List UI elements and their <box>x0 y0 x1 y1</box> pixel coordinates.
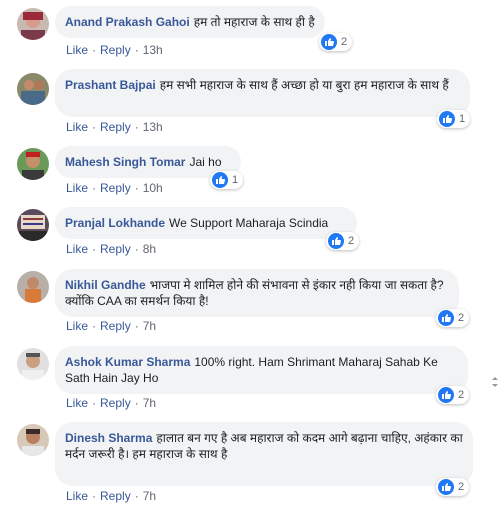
reply-link[interactable]: Reply <box>100 242 131 256</box>
separator: · <box>92 181 97 195</box>
separator: · <box>134 120 139 134</box>
like-reaction-icon <box>328 233 344 249</box>
comment-text: हम तो महाराज के साथ ही है <box>193 15 315 29</box>
reaction-count[interactable]: 2 <box>326 232 360 250</box>
comment-bubble: Dinesh Sharma हालात बन गए है अब महाराज को… <box>55 422 473 486</box>
separator: · <box>134 396 139 410</box>
separator: · <box>134 489 139 503</box>
like-link[interactable]: Like <box>66 319 88 333</box>
reaction-count[interactable]: 1 <box>437 110 471 128</box>
like-link[interactable]: Like <box>66 181 88 195</box>
separator: · <box>134 319 139 333</box>
comment-author[interactable]: Nikhil Gandhe <box>65 278 146 292</box>
like-link[interactable]: Like <box>66 242 88 256</box>
separator: · <box>134 43 139 57</box>
reaction-number: 1 <box>232 174 239 186</box>
avatar[interactable] <box>17 148 49 180</box>
like-reaction-icon <box>438 479 454 495</box>
reaction-number: 2 <box>458 389 465 401</box>
reaction-count[interactable]: 1 <box>210 171 244 189</box>
comment-actions: Like · Reply · 7h <box>66 489 156 503</box>
reply-link[interactable]: Reply <box>100 396 131 410</box>
comment-time[interactable]: 7h <box>143 489 156 503</box>
comment-actions: Like · Reply · 13h <box>66 43 163 57</box>
separator: · <box>92 489 97 503</box>
comment-bubble: Nikhil Gandhe भाजपा मे शामिल होने की संभा… <box>55 269 459 317</box>
like-reaction-icon <box>212 172 228 188</box>
comment-time[interactable]: 13h <box>143 120 163 134</box>
comment-time[interactable]: 13h <box>143 43 163 57</box>
reaction-count[interactable]: 2 <box>436 386 470 404</box>
comment-time[interactable]: 7h <box>143 319 156 333</box>
like-link[interactable]: Like <box>66 396 88 410</box>
reply-link[interactable]: Reply <box>100 181 131 195</box>
comment-author[interactable]: Pranjal Lokhande <box>65 216 165 230</box>
reaction-number: 2 <box>458 481 465 493</box>
like-link[interactable]: Like <box>66 120 88 134</box>
comment-text: Jai ho <box>189 155 222 169</box>
separator: · <box>134 242 139 256</box>
reaction-number: 2 <box>458 312 465 324</box>
like-reaction-icon <box>321 34 337 50</box>
reaction-number: 2 <box>348 235 355 247</box>
comment-time[interactable]: 10h <box>143 181 163 195</box>
like-link[interactable]: Like <box>66 43 88 57</box>
separator: · <box>92 43 97 57</box>
comment-author[interactable]: Dinesh Sharma <box>65 431 152 445</box>
separator: · <box>92 242 97 256</box>
comment-text: We Support Maharaja Scindia <box>169 216 329 230</box>
avatar[interactable] <box>17 8 49 40</box>
avatar[interactable] <box>17 73 49 105</box>
separator: · <box>92 396 97 410</box>
comment-author[interactable]: Anand Prakash Gahoi <box>65 15 190 29</box>
comment-bubble: Ashok Kumar Sharma 100% right. Ham Shrima… <box>55 346 468 394</box>
reaction-count[interactable]: 2 <box>319 33 353 51</box>
like-link[interactable]: Like <box>66 489 88 503</box>
comment-actions: Like · Reply · 10h <box>66 181 163 195</box>
avatar[interactable] <box>17 209 49 241</box>
reaction-count[interactable]: 2 <box>436 478 470 496</box>
like-reaction-icon <box>438 387 454 403</box>
comment-text: हम सभी महाराज के साथ हैं अच्छा हो या बुर… <box>159 78 449 92</box>
reply-link[interactable]: Reply <box>100 43 131 57</box>
reply-link[interactable]: Reply <box>100 319 131 333</box>
separator: · <box>92 120 97 134</box>
comment-bubble: Anand Prakash Gahoi हम तो महाराज के साथ ह… <box>55 6 325 38</box>
separator: · <box>134 181 139 195</box>
comment-author[interactable]: Ashok Kumar Sharma <box>65 355 190 369</box>
separator: · <box>92 319 97 333</box>
like-reaction-icon <box>439 111 455 127</box>
comment-time[interactable]: 7h <box>143 396 156 410</box>
avatar[interactable] <box>17 348 49 380</box>
comment-actions: Like · Reply · 7h <box>66 319 156 333</box>
reply-link[interactable]: Reply <box>100 120 131 134</box>
comment-actions: Like · Reply · 7h <box>66 396 156 410</box>
scroll-arrow-icon[interactable] <box>492 376 498 387</box>
like-reaction-icon <box>438 310 454 326</box>
avatar[interactable] <box>17 424 49 456</box>
reaction-count[interactable]: 2 <box>436 309 470 327</box>
comment-author[interactable]: Mahesh Singh Tomar <box>65 155 185 169</box>
reply-link[interactable]: Reply <box>100 489 131 503</box>
comment-bubble: Prashant Bajpai हम सभी महाराज के साथ हैं … <box>55 69 470 117</box>
reaction-number: 1 <box>459 113 466 125</box>
comment-actions: Like · Reply · 8h <box>66 242 156 256</box>
avatar[interactable] <box>17 271 49 303</box>
comment-author[interactable]: Prashant Bajpai <box>65 78 156 92</box>
comment-actions: Like · Reply · 13h <box>66 120 163 134</box>
comment-time[interactable]: 8h <box>143 242 156 256</box>
reaction-number: 2 <box>341 36 348 48</box>
comment-bubble: Pranjal Lokhande We Support Maharaja Scin… <box>55 207 357 239</box>
